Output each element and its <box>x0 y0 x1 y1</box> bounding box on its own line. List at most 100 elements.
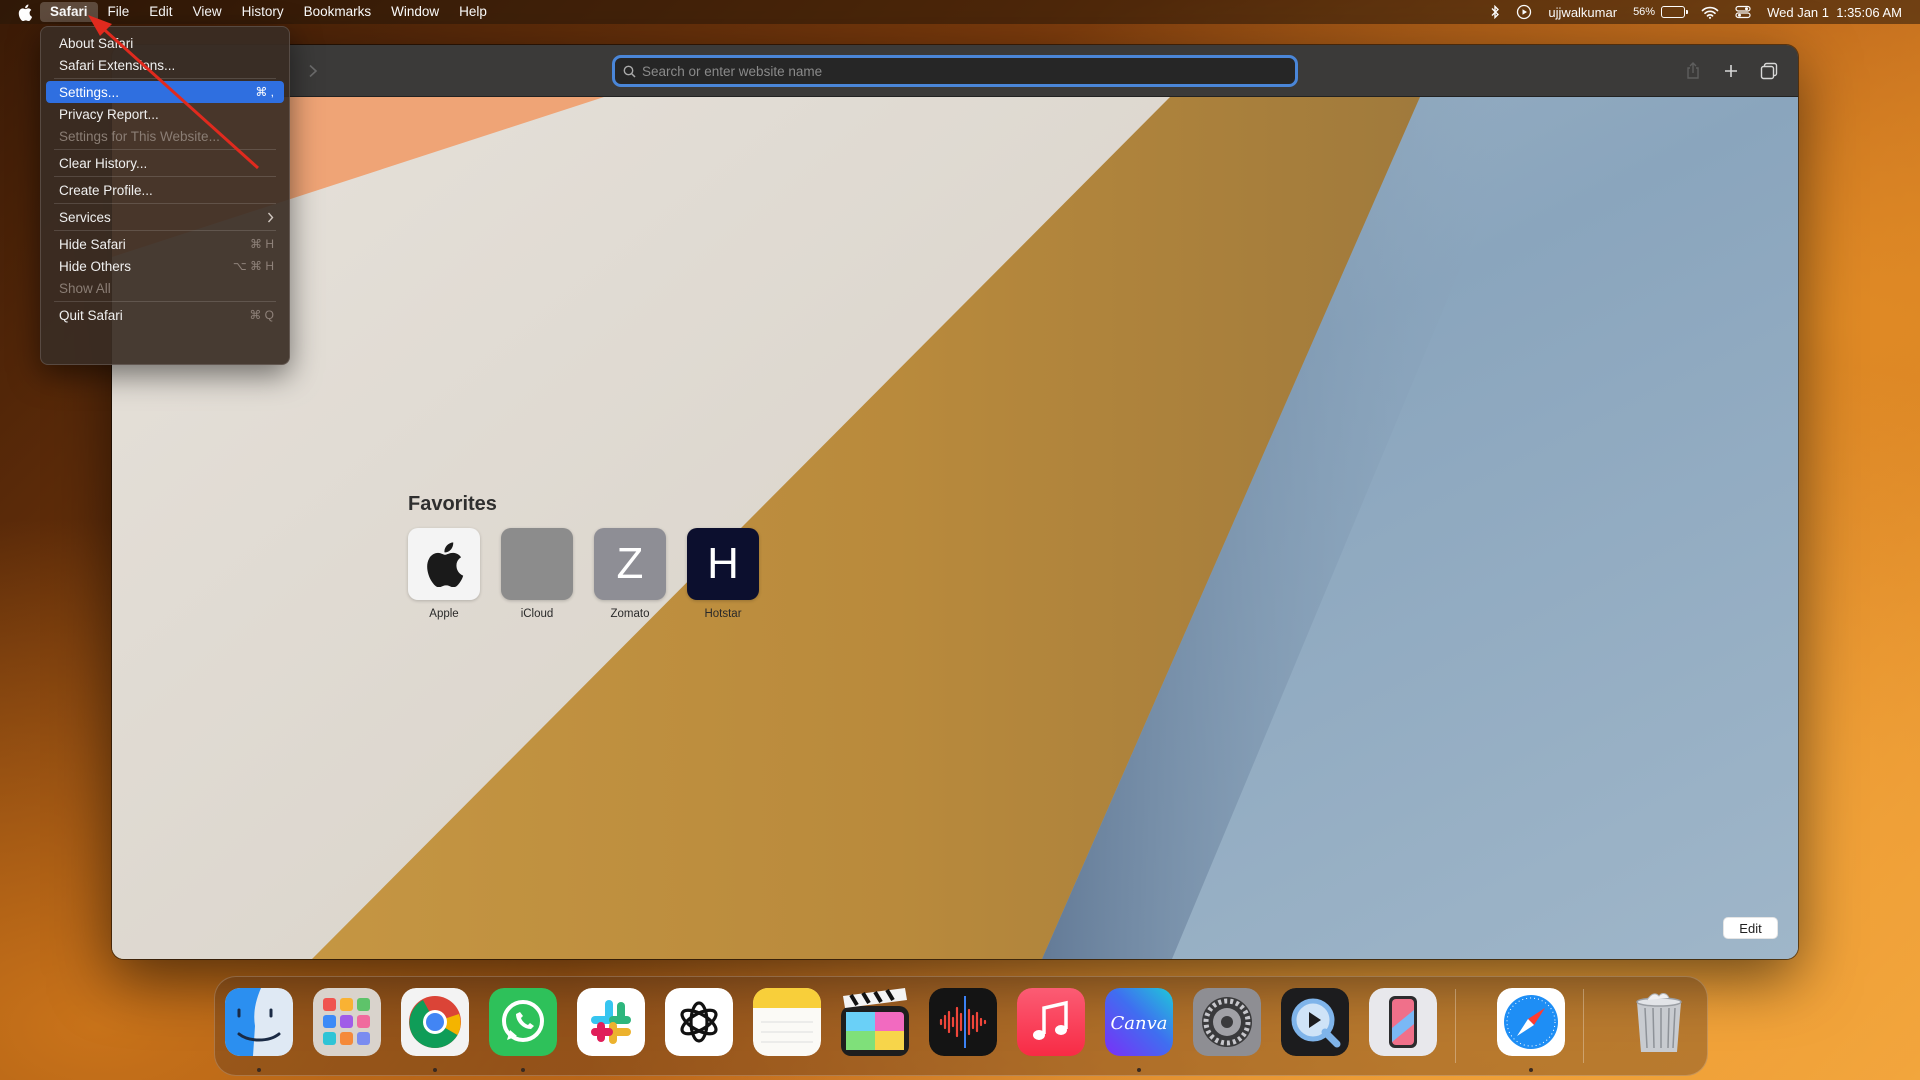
menu-item-privacy-report[interactable]: Privacy Report... <box>46 103 284 125</box>
menu-view[interactable]: View <box>183 2 232 22</box>
compass-icon <box>1497 988 1565 1056</box>
control-center-icon[interactable] <box>1735 5 1751 19</box>
tab-overview-icon <box>1760 62 1778 80</box>
apple-logo-icon[interactable] <box>18 3 34 21</box>
running-indicator <box>1137 1068 1141 1072</box>
menu-item-label: Settings for This Website... <box>59 128 220 144</box>
search-input[interactable] <box>642 63 1295 79</box>
favorite-icloud[interactable]: iCloud <box>501 528 573 620</box>
apple-favicon <box>408 528 480 600</box>
dock-canva[interactable]: Canva <box>1105 988 1173 1056</box>
favorite-hotstar[interactable]: H Hotstar <box>687 528 759 620</box>
menu-bar: Safari File Edit View History Bookmarks … <box>0 0 1920 24</box>
menu-separator <box>54 149 276 150</box>
favorites-section: Favorites Apple iCloud Z Zomato H Hotsta… <box>408 493 759 620</box>
menu-separator <box>54 230 276 231</box>
forward-button[interactable] <box>298 56 328 86</box>
dock-chatgpt[interactable] <box>665 988 733 1056</box>
favorite-label: Zomato <box>610 608 650 620</box>
wifi-icon[interactable] <box>1701 5 1719 19</box>
menu-item-label: Create Profile... <box>59 182 153 198</box>
menu-item-create-profile[interactable]: Create Profile... <box>46 179 284 201</box>
menu-file[interactable]: File <box>98 2 140 22</box>
menu-separator <box>54 203 276 204</box>
canva-icon: Canva <box>1105 988 1173 1056</box>
menu-safari[interactable]: Safari <box>40 2 98 22</box>
dock-trash[interactable] <box>1625 988 1693 1056</box>
running-indicator <box>1529 1068 1533 1072</box>
search-icon <box>623 65 636 78</box>
user-name[interactable]: ujjwalkumar <box>1548 5 1617 20</box>
menu-item-services[interactable]: Services <box>46 206 284 228</box>
menu-item-hide-others[interactable]: Hide Others ⌥ ⌘ H <box>46 255 284 277</box>
plus-icon <box>1724 64 1738 78</box>
dock-safari[interactable] <box>1497 988 1565 1056</box>
menu-item-hide-safari[interactable]: Hide Safari ⌘ H <box>46 233 284 255</box>
dock-divider <box>1583 989 1584 1063</box>
menu-item-clear-history[interactable]: Clear History... <box>46 152 284 174</box>
play-circle-icon[interactable] <box>1516 4 1532 20</box>
dock-divider <box>1455 989 1456 1063</box>
menu-item-label: Quit Safari <box>59 307 123 323</box>
dock-slack[interactable] <box>577 988 645 1056</box>
trash-icon <box>1636 993 1682 1052</box>
safari-toolbar <box>112 45 1798 97</box>
dock-music[interactable] <box>1017 988 1085 1056</box>
chrome-icon <box>401 988 469 1056</box>
start-page-background <box>112 97 1798 959</box>
icloud-favicon <box>501 528 573 600</box>
edit-start-page-button[interactable]: Edit <box>1723 917 1778 939</box>
menu-item-settings-for-website: Settings for This Website... <box>46 125 284 147</box>
menu-item-quit-safari[interactable]: Quit Safari ⌘ Q <box>46 304 284 326</box>
quicktime-icon <box>1281 988 1349 1056</box>
dock-chrome[interactable] <box>401 988 469 1056</box>
clock[interactable]: Wed Jan 1 1:35:06 AM <box>1767 5 1902 20</box>
menu-history[interactable]: History <box>232 2 294 22</box>
dock-quicktime[interactable] <box>1281 988 1349 1056</box>
menu-item-label: Settings... <box>59 84 120 100</box>
battery-status[interactable]: 56% <box>1633 6 1689 18</box>
favorites-grid: Apple iCloud Z Zomato H Hotstar <box>408 528 759 620</box>
shortcut-label: ⌥ ⌘ H <box>232 259 274 273</box>
favorite-apple[interactable]: Apple <box>408 528 480 620</box>
dock-finder[interactable] <box>225 988 293 1056</box>
dock-launchpad[interactable] <box>313 988 381 1056</box>
menu-item-label: Show All <box>59 280 111 296</box>
whatsapp-icon <box>489 988 557 1056</box>
battery-icon <box>1661 6 1689 18</box>
favorite-zomato[interactable]: Z Zomato <box>594 528 666 620</box>
safari-app-menu: About Safari Safari Extensions... Settin… <box>40 26 290 365</box>
menu-item-label: Privacy Report... <box>59 106 159 122</box>
menu-window[interactable]: Window <box>381 2 449 22</box>
menu-help[interactable]: Help <box>449 2 497 22</box>
notes-icon <box>753 988 821 1056</box>
final-cut-pro-icon <box>841 988 909 1056</box>
dock-whatsapp[interactable] <box>489 988 557 1056</box>
dock-system-settings[interactable] <box>1193 988 1261 1056</box>
menu-separator <box>54 301 276 302</box>
menu-item-safari-extensions[interactable]: Safari Extensions... <box>46 54 284 76</box>
favorite-label: iCloud <box>520 608 554 620</box>
menu-item-settings[interactable]: Settings... ⌘ , <box>46 81 284 103</box>
share-button[interactable] <box>1678 56 1708 86</box>
menu-item-about-safari[interactable]: About Safari <box>46 32 284 54</box>
music-icon <box>1017 988 1085 1056</box>
favorite-label: Hotstar <box>704 608 742 620</box>
new-tab-button[interactable] <box>1716 56 1746 86</box>
menu-separator <box>54 78 276 79</box>
dock-notes[interactable] <box>753 988 821 1056</box>
menu-item-show-all: Show All <box>46 277 284 299</box>
tab-overview-button[interactable] <box>1754 56 1784 86</box>
menu-item-label: Hide Others <box>59 258 132 274</box>
chevron-right-icon <box>267 212 274 223</box>
slack-icon <box>577 988 645 1056</box>
menu-bookmarks[interactable]: Bookmarks <box>294 2 382 22</box>
menu-item-label: Safari Extensions... <box>59 57 176 73</box>
address-bar[interactable] <box>612 55 1298 87</box>
bluetooth-icon[interactable] <box>1490 5 1500 19</box>
menu-edit[interactable]: Edit <box>139 2 182 22</box>
dock-iphone-mirroring[interactable] <box>1369 988 1437 1056</box>
dock-final-cut-pro[interactable] <box>841 988 909 1056</box>
menu-item-label: About Safari <box>59 35 134 51</box>
dock-voice-memos[interactable] <box>929 988 997 1056</box>
